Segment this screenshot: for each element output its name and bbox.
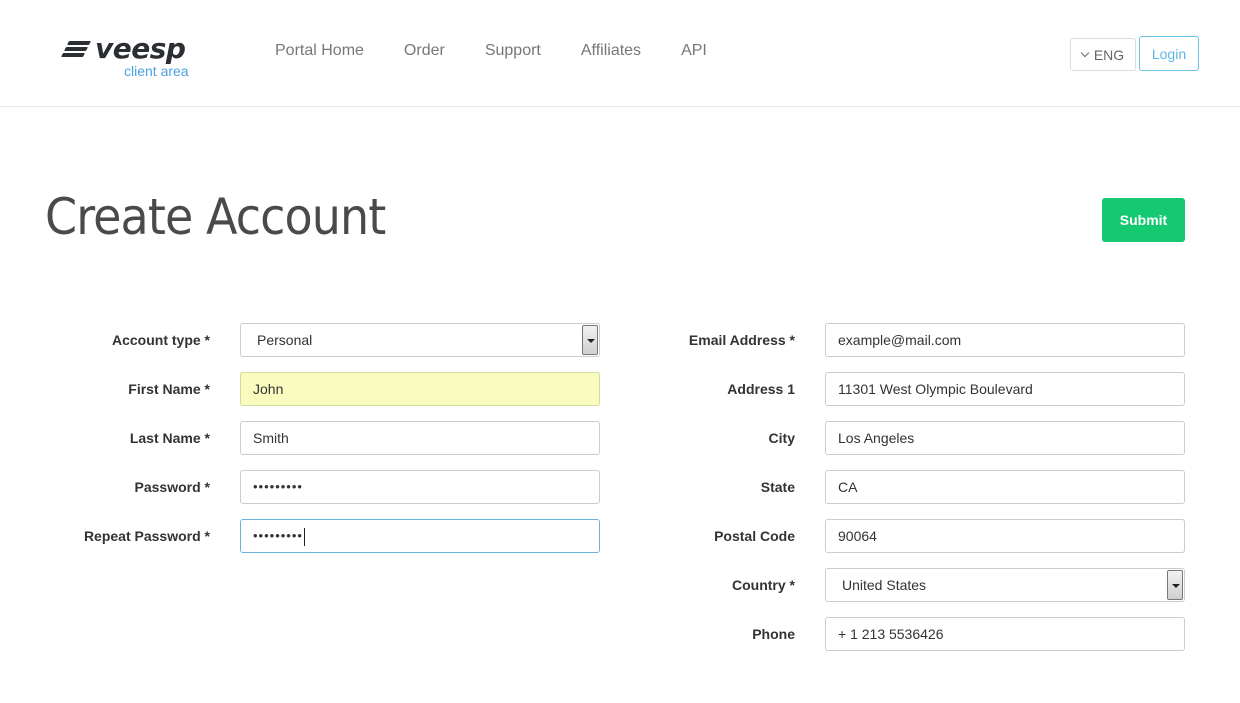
site-header: veesp client area Portal Home Order Supp… (0, 0, 1240, 107)
country-select[interactable]: United States (825, 568, 1185, 602)
state-label: State (760, 479, 795, 495)
postal-code-row: Postal Code 90064 (0, 519, 1200, 553)
country-label: Country * (732, 577, 795, 593)
city-input[interactable]: Los Angeles (825, 421, 1185, 455)
language-label: ENG (1093, 46, 1125, 63)
nav-order[interactable]: Order (404, 42, 445, 60)
phone-row: Phone + 1 213 5536426 (0, 617, 1200, 651)
state-input[interactable]: CA (825, 470, 1185, 504)
nav-support[interactable]: Support (485, 42, 541, 60)
nav-portal-home[interactable]: Portal Home (275, 42, 364, 60)
chevron-down-icon (1080, 48, 1090, 58)
submit-button[interactable]: Submit (1102, 198, 1185, 242)
login-button[interactable]: Login (1139, 36, 1199, 71)
language-button[interactable]: ENG (1070, 38, 1136, 71)
logo-subtitle: client area (124, 63, 189, 79)
postal-code-input[interactable]: 90064 (825, 519, 1185, 553)
address-label: Address 1 (727, 381, 795, 397)
phone-label: Phone (752, 626, 795, 642)
nav-api[interactable]: API (681, 42, 707, 60)
veesp-logo[interactable]: veesp client area (61, 32, 202, 82)
country-value: United States (842, 577, 927, 593)
dropdown-arrow-icon[interactable] (1167, 570, 1183, 600)
logo-wordmark: veesp (95, 32, 186, 65)
state-row: State CA (0, 470, 1200, 504)
email-row: Email Address * example@mail.com (0, 323, 1200, 357)
city-label: City (768, 430, 795, 446)
main-nav: Portal Home Order Support Affiliates API (275, 42, 747, 60)
postal-code-label: Postal Code (714, 528, 795, 544)
country-row: Country * United States (0, 568, 1200, 602)
logo-stripes-icon (61, 41, 92, 59)
page-title: Create Account (45, 188, 386, 246)
address-row: Address 1 11301 West Olympic Boulevard (0, 372, 1200, 406)
nav-affiliates[interactable]: Affiliates (581, 42, 641, 60)
email-input[interactable]: example@mail.com (825, 323, 1185, 357)
email-label: Email Address * (688, 332, 795, 348)
phone-input[interactable]: + 1 213 5536426 (825, 617, 1185, 651)
city-row: City Los Angeles (0, 421, 1200, 455)
address-input[interactable]: 11301 West Olympic Boulevard (825, 372, 1185, 406)
